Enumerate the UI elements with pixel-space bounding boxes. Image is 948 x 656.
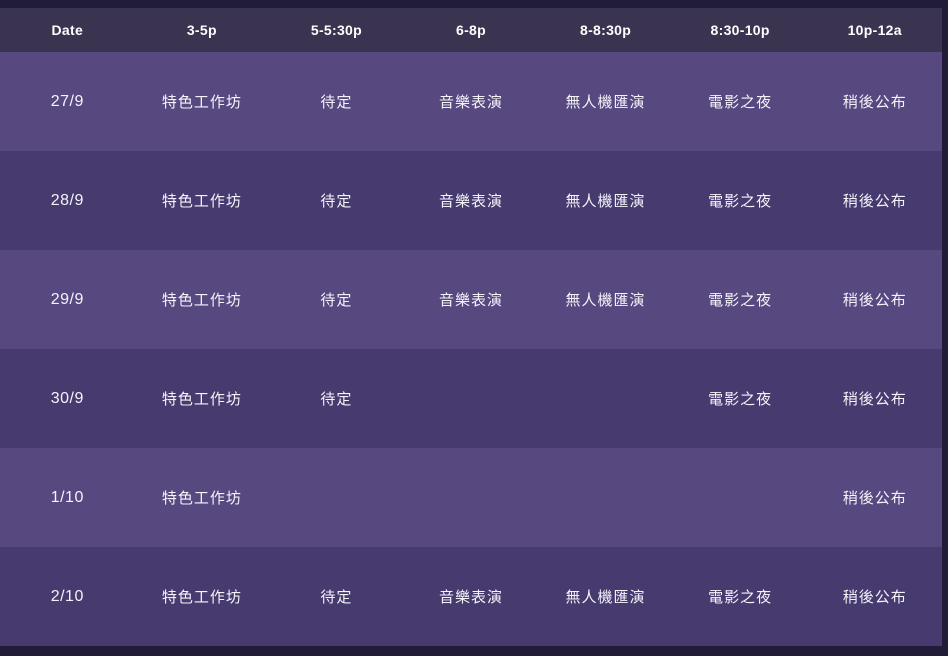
col-header-slot-6-8p: 6-8p: [404, 22, 539, 38]
page-frame: Date 3-5p 5-5:30p 6-8p 8-8:30p 8:30-10p …: [0, 0, 948, 656]
event-cell: 待定: [269, 91, 404, 112]
table-row-1-10: 1/10 特色工作坊 稍後公布: [0, 448, 942, 547]
table-row-29-9: 29/9 特色工作坊 待定 音樂表演 無人機匯演 電影之夜 稍後公布: [0, 250, 942, 349]
col-header-slot-830-10p: 8:30-10p: [673, 22, 808, 38]
col-header-slot-8-830p: 8-8:30p: [538, 22, 673, 38]
table-row-28-9: 28/9 特色工作坊 待定 音樂表演 無人機匯演 電影之夜 稍後公布: [0, 151, 942, 250]
event-cell: 無人機匯演: [538, 289, 673, 310]
table-header-row: Date 3-5p 5-5:30p 6-8p 8-8:30p 8:30-10p …: [0, 8, 942, 52]
event-cell: 特色工作坊: [135, 190, 270, 211]
event-cell: 音樂表演: [404, 190, 539, 211]
event-cell: 待定: [269, 388, 404, 409]
event-cell: 稍後公布: [807, 487, 942, 508]
event-cell: 電影之夜: [673, 91, 808, 112]
col-header-date: Date: [0, 22, 135, 38]
event-cell: 待定: [269, 586, 404, 607]
event-cell: 待定: [269, 190, 404, 211]
date-cell: 30/9: [0, 390, 135, 408]
table-row-27-9: 27/9 特色工作坊 待定 音樂表演 無人機匯演 電影之夜 稍後公布: [0, 52, 942, 151]
event-cell: 音樂表演: [404, 586, 539, 607]
col-header-slot-5-530p: 5-5:30p: [269, 22, 404, 38]
date-cell: 2/10: [0, 588, 135, 606]
event-cell: 無人機匯演: [538, 91, 673, 112]
event-cell: 電影之夜: [673, 289, 808, 310]
col-header-slot-10p-12a: 10p-12a: [807, 22, 942, 38]
date-cell: 28/9: [0, 192, 135, 210]
event-cell: 電影之夜: [673, 190, 808, 211]
event-cell: 無人機匯演: [538, 190, 673, 211]
event-cell: 稍後公布: [807, 388, 942, 409]
event-cell: 電影之夜: [673, 388, 808, 409]
event-cell: 待定: [269, 289, 404, 310]
table-row-2-10: 2/10 特色工作坊 待定 音樂表演 無人機匯演 電影之夜 稍後公布: [0, 547, 942, 646]
date-cell: 29/9: [0, 291, 135, 309]
date-cell: 27/9: [0, 93, 135, 111]
event-cell: 無人機匯演: [538, 586, 673, 607]
event-cell: 特色工作坊: [135, 388, 270, 409]
event-cell: 稍後公布: [807, 190, 942, 211]
schedule-table: Date 3-5p 5-5:30p 6-8p 8-8:30p 8:30-10p …: [0, 8, 942, 646]
event-cell: 稍後公布: [807, 289, 942, 310]
event-cell: 特色工作坊: [135, 586, 270, 607]
event-cell: 音樂表演: [404, 91, 539, 112]
col-header-slot-3-5p: 3-5p: [135, 22, 270, 38]
event-cell: 特色工作坊: [135, 91, 270, 112]
event-cell: 電影之夜: [673, 586, 808, 607]
event-cell: 稍後公布: [807, 91, 942, 112]
event-cell: 稍後公布: [807, 586, 942, 607]
table-row-30-9: 30/9 特色工作坊 待定 電影之夜 稍後公布: [0, 349, 942, 448]
event-cell: 特色工作坊: [135, 289, 270, 310]
event-cell: 音樂表演: [404, 289, 539, 310]
event-cell: 特色工作坊: [135, 487, 270, 508]
date-cell: 1/10: [0, 489, 135, 507]
